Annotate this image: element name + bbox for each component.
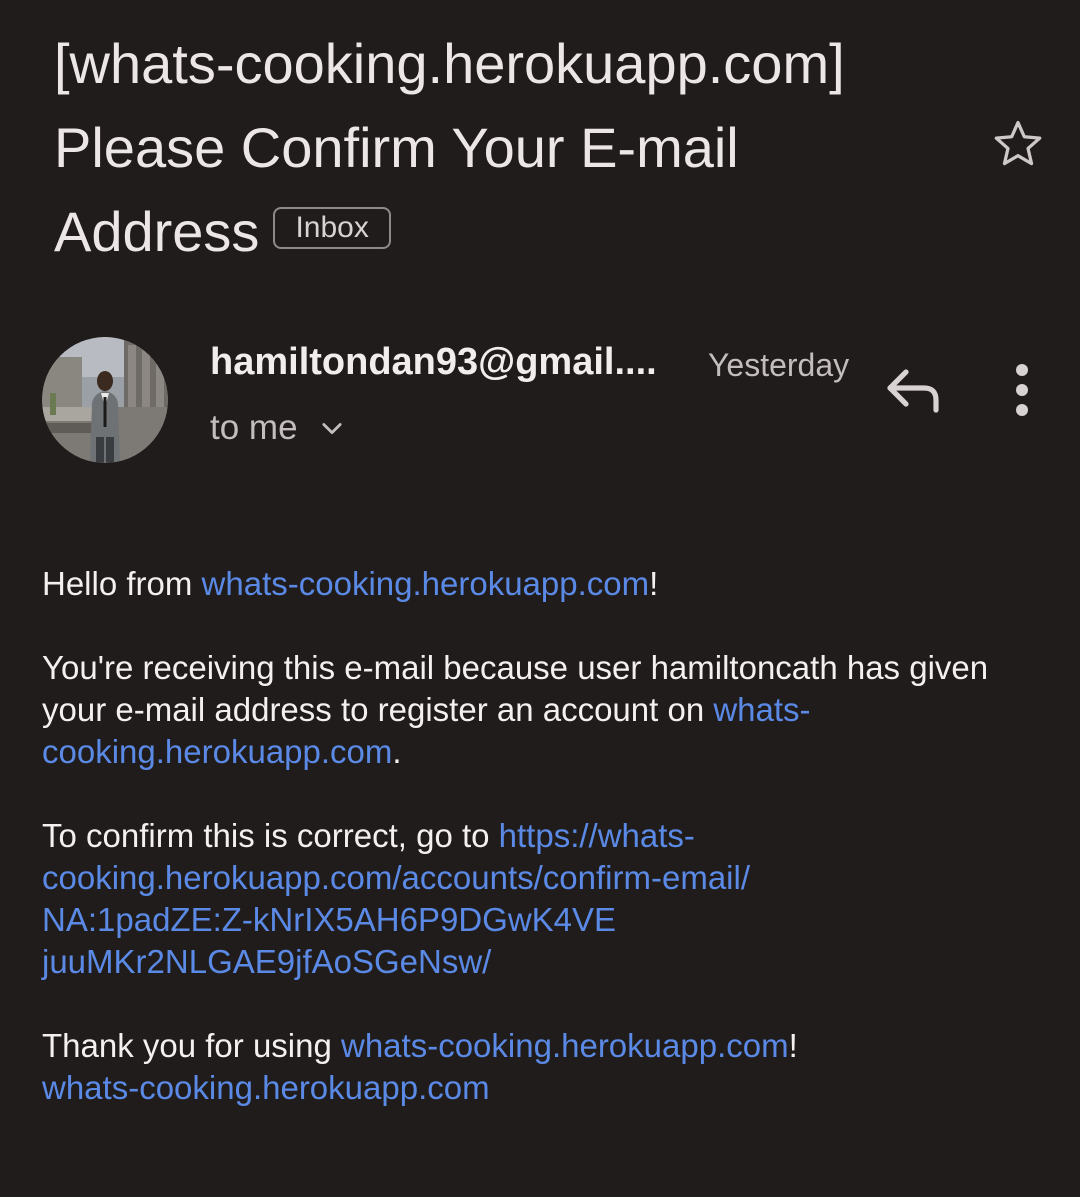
inbox-label-badge[interactable]: Inbox (273, 207, 391, 249)
signature-site-link[interactable]: whats-cooking.herokuapp.com (42, 1069, 490, 1106)
sender-address[interactable]: hamiltondan93@gmail.... (210, 341, 657, 384)
sender-avatar[interactable] (42, 337, 168, 463)
subject-line-2: Please Confirm Your E-mail (54, 116, 739, 179)
subject-line-3: Address (54, 200, 260, 263)
site-link[interactable]: whats-cooking.herokuapp.com (202, 565, 650, 602)
email-subject: [whats-cooking.herokuapp.com] Please Con… (54, 22, 954, 274)
more-options-icon[interactable] (1002, 362, 1042, 418)
email-date: Yesterday (708, 347, 850, 383)
confirm-paragraph: To confirm this is correct, go to https:… (42, 817, 751, 980)
site-link[interactable]: whats-cooking.herokuapp.com (341, 1027, 789, 1064)
chevron-down-icon (321, 423, 342, 435)
email-body: Hello from whats-cooking.herokuapp.com! … (42, 563, 1002, 1109)
subject-line-1: [whats-cooking.herokuapp.com] (54, 32, 845, 95)
reply-icon[interactable] (884, 362, 944, 418)
thanks-paragraph: Thank you for using whats-cooking.heroku… (42, 1027, 798, 1106)
greeting-paragraph: Hello from whats-cooking.herokuapp.com! (42, 565, 659, 602)
star-icon[interactable] (990, 116, 1046, 172)
recipient-details-toggle[interactable]: to me (210, 408, 346, 448)
reason-paragraph: You're receiving this e-mail because use… (42, 649, 989, 770)
recipient-label: to me (210, 408, 298, 447)
